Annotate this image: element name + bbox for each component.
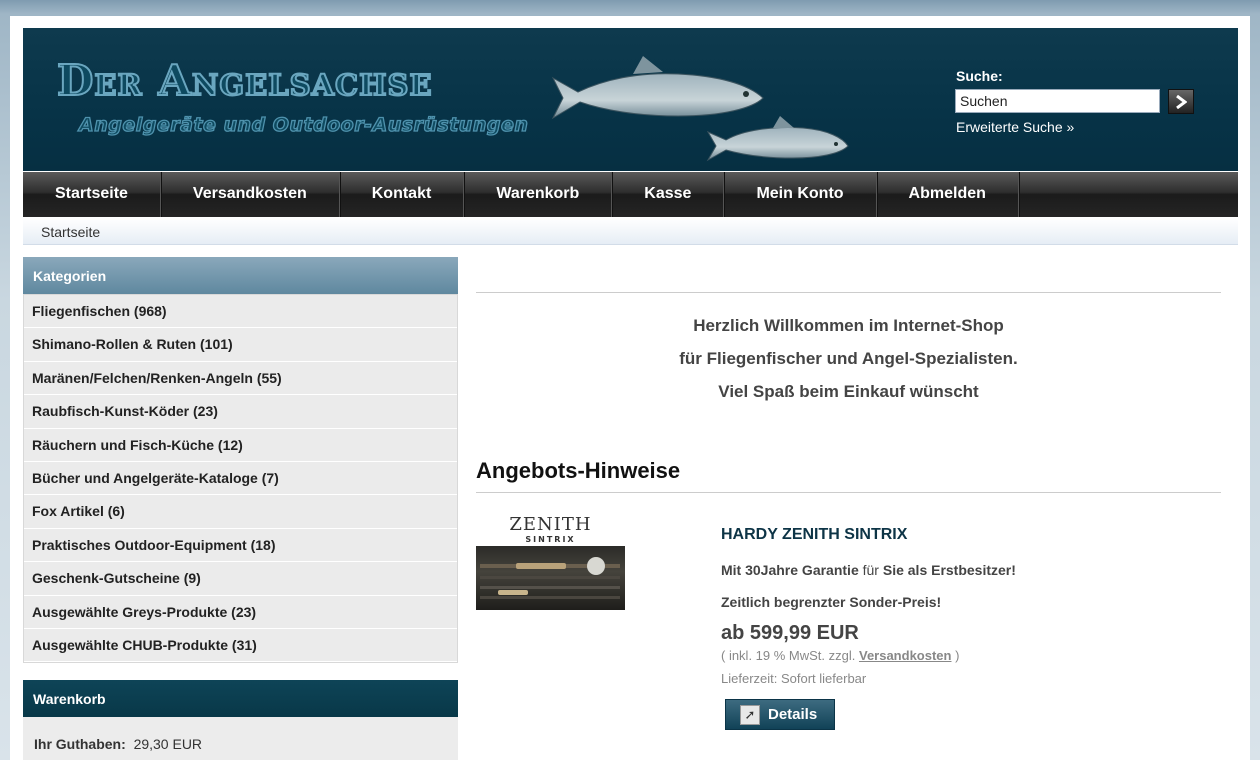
cart-heading: Warenkorb: [23, 680, 458, 717]
category-item[interactable]: Ausgewählte CHUB-Produkte (31): [24, 628, 457, 663]
rod-illustration: [480, 557, 620, 599]
product-image-sub-text: SINTRIX: [525, 535, 576, 544]
welcome-text: Herzlich Willkommen im Internet-Shop für…: [476, 309, 1221, 408]
search-submit-button[interactable]: [1168, 89, 1194, 114]
site-header: Der Angelsachse Angelgeräte und Outdoor-…: [23, 28, 1238, 171]
guarantee-text-a: Mit 30Jahre Garantie: [721, 562, 859, 578]
breadcrumb-item-startseite[interactable]: Startseite: [41, 224, 100, 240]
product-name[interactable]: HARDY ZENITH SINTRIX: [721, 526, 907, 544]
product-delivery-time: Lieferzeit: Sofort lieferbar: [721, 671, 867, 686]
nav-versandkosten[interactable]: Versandkosten: [161, 172, 340, 217]
offers-heading: Angebots-Hinweise: [476, 458, 681, 483]
nav-abmelden[interactable]: Abmelden: [877, 172, 1019, 217]
product-image[interactable]: ZENITH SINTRIX: [476, 512, 625, 610]
nav-kontakt[interactable]: Kontakt: [340, 172, 465, 217]
cart-balance-value: 29,30 EUR: [133, 736, 203, 752]
tax-prefix: ( inkl. 19 % MwSt. zzgl.: [721, 648, 859, 663]
welcome-line: für Fliegenfischer und Angel-Spezialiste…: [679, 349, 1018, 368]
tax-suffix: ): [951, 648, 960, 663]
nav-startseite[interactable]: Startseite: [23, 172, 161, 217]
category-item[interactable]: Maränen/Felchen/Renken-Angeln (55): [24, 361, 457, 396]
product-special: Zeitlich begrenzter Sonder-Preis!: [721, 594, 942, 610]
category-item[interactable]: Räuchern und Fisch-Küche (12): [24, 428, 457, 462]
categories-heading: Kategorien: [23, 257, 458, 294]
category-item[interactable]: Praktisches Outdoor-Equipment (18): [24, 528, 457, 563]
category-list: Fliegenfischen (968) Shimano-Rollen & Ru…: [23, 294, 458, 664]
arrow-right-icon: [1176, 94, 1187, 109]
breadcrumb: Startseite: [23, 218, 1238, 245]
product-price: ab 599,99 EUR: [721, 622, 859, 644]
divider: [476, 492, 1221, 493]
guarantee-text-c: Sie als Erstbesitzer!: [882, 562, 1016, 578]
category-item[interactable]: Bücher und Angelgeräte-Kataloge (7): [24, 461, 457, 496]
product-image-brand-text: ZENITH: [509, 514, 592, 535]
nav-warenkorb[interactable]: Warenkorb: [464, 172, 613, 217]
nav-mein-konto[interactable]: Mein Konto: [724, 172, 877, 217]
category-item[interactable]: Shimano-Rollen & Ruten (101): [24, 328, 457, 362]
nav-kasse[interactable]: Kasse: [612, 172, 725, 217]
category-item[interactable]: Ausgewählte Greys-Produkte (23): [24, 595, 457, 629]
fly-rod-photo: [476, 546, 625, 610]
product-guarantee: Mit 30Jahre Garantie für Sie als Erstbes…: [721, 562, 1016, 578]
page-container: Der Angelsachse Angelgeräte und Outdoor-…: [10, 16, 1250, 760]
details-button[interactable]: ➚ Details: [725, 699, 835, 730]
category-item[interactable]: Raubfisch-Kunst-Köder (23): [24, 395, 457, 429]
welcome-line: Herzlich Willkommen im Internet-Shop: [693, 316, 1004, 335]
cart-box: Ihr Guthaben: 29,30 EUR: [23, 717, 458, 760]
search-input[interactable]: [955, 89, 1160, 113]
product-image-brand: ZENITH SINTRIX: [476, 512, 625, 544]
category-item[interactable]: Fliegenfischen (968): [24, 295, 457, 329]
guarantee-text-b: für: [858, 562, 883, 578]
cart-balance-label: Ihr Guthaben:: [34, 736, 126, 752]
trout-logo-image: [551, 56, 849, 162]
divider: [476, 292, 1221, 293]
details-button-label: Details: [768, 706, 818, 723]
main-navigation: Startseite Versandkosten Kontakt Warenko…: [23, 172, 1238, 217]
arrow-icon: ➚: [740, 704, 760, 725]
search-label: Suche:: [956, 68, 1003, 84]
advanced-search-link[interactable]: Erweiterte Suche »: [956, 119, 1074, 135]
shipping-costs-link[interactable]: Versandkosten: [859, 648, 952, 663]
logo-subtitle: Angelgeräte und Outdoor-Ausrüstungen: [78, 113, 529, 136]
logo-title[interactable]: Der Angelsachse: [56, 55, 433, 106]
product-tax-info: ( inkl. 19 % MwSt. zzgl. Versandkosten ): [721, 648, 959, 663]
category-item[interactable]: Geschenk-Gutscheine (9): [24, 562, 457, 596]
category-item[interactable]: Fox Artikel (6): [24, 495, 457, 529]
main-content: Herzlich Willkommen im Internet-Shop für…: [476, 256, 1221, 730]
welcome-line: Viel Spaß beim Einkauf wünscht: [718, 382, 979, 401]
